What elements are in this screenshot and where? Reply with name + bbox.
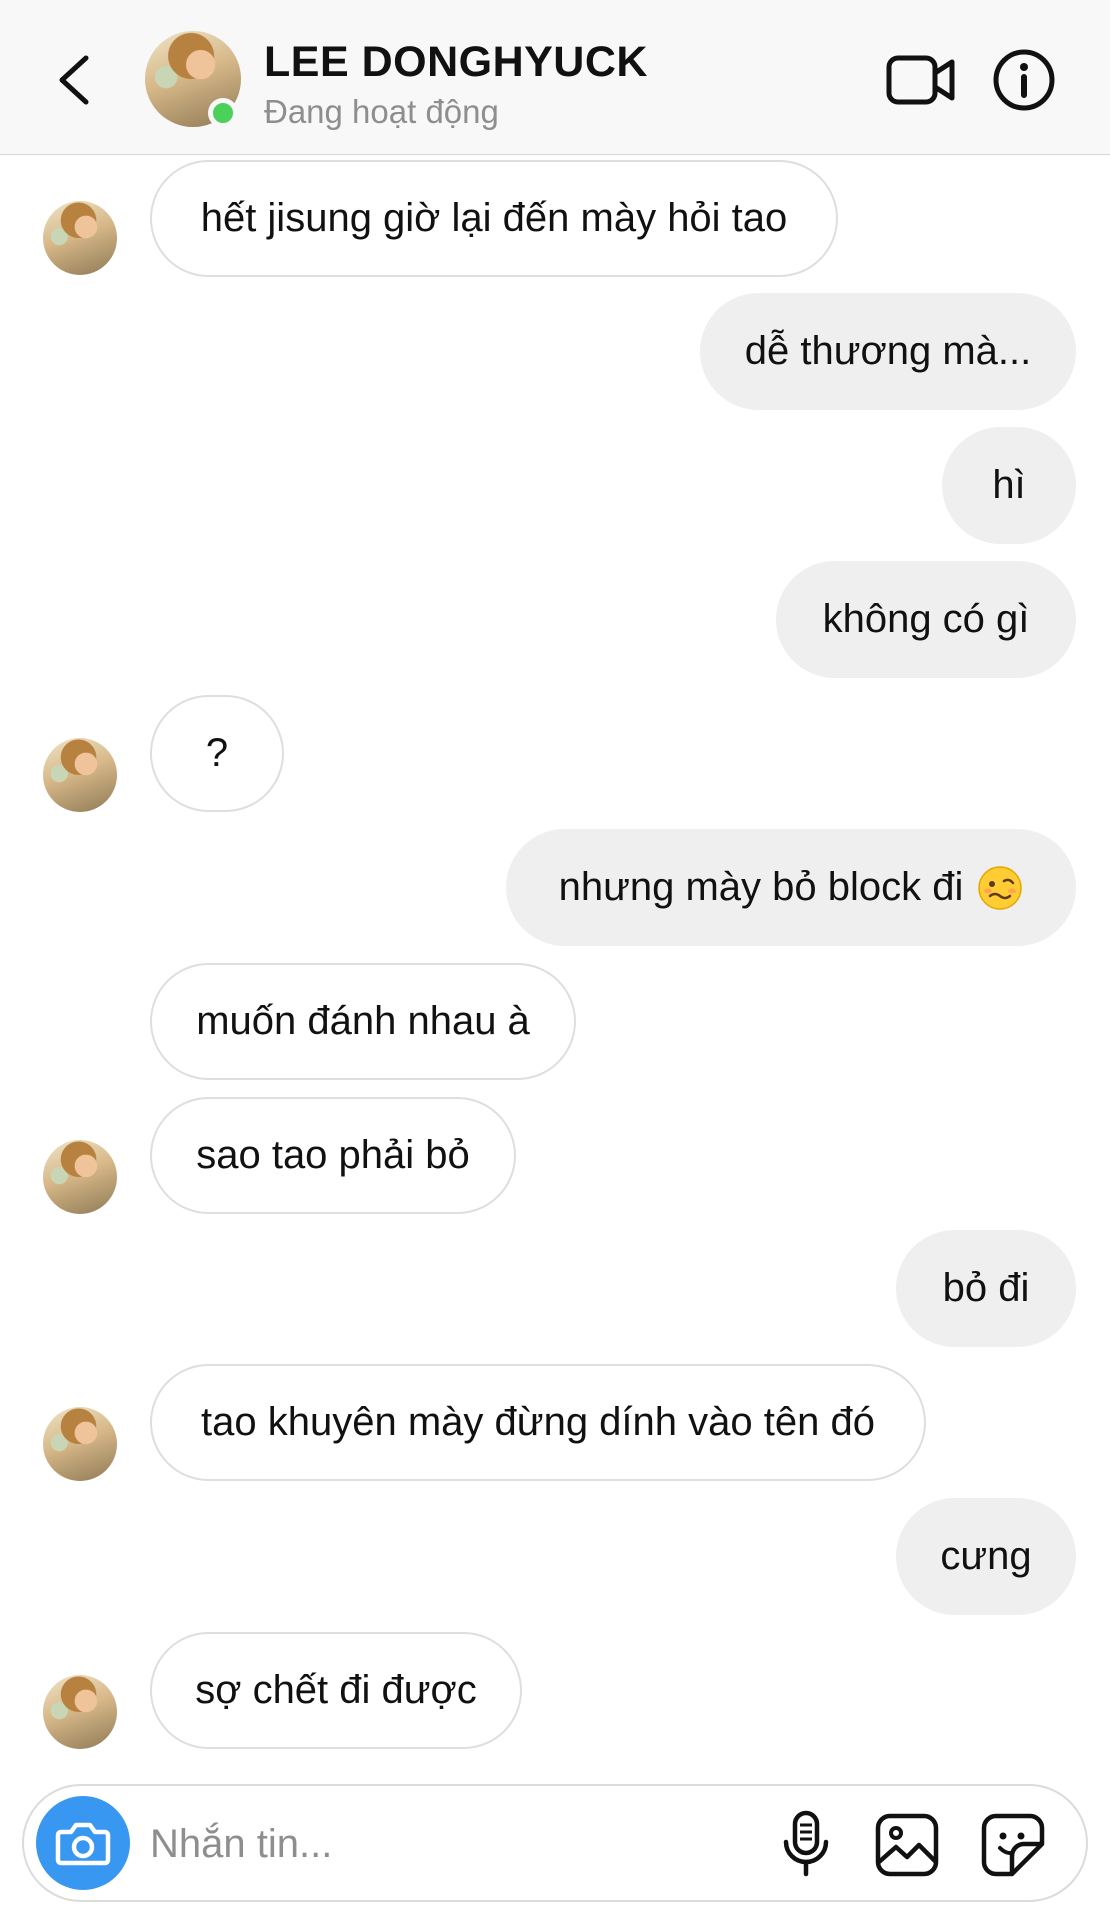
sender-avatar[interactable] bbox=[43, 1407, 117, 1481]
sticker-button[interactable] bbox=[980, 1812, 1046, 1878]
message-bubble-outgoing[interactable]: không có gì bbox=[776, 561, 1076, 678]
message-bubble-incoming[interactable]: sao tao phải bỏ bbox=[150, 1097, 516, 1214]
video-call-button[interactable] bbox=[886, 53, 956, 107]
sender-avatar[interactable] bbox=[43, 1675, 117, 1749]
chevron-left-icon bbox=[59, 55, 89, 105]
back-button[interactable] bbox=[52, 50, 96, 110]
voice-message-button[interactable] bbox=[778, 1810, 834, 1878]
message-bubble-incoming[interactable]: sợ chết đi được bbox=[150, 1632, 522, 1749]
gallery-button[interactable] bbox=[874, 1812, 940, 1878]
info-icon bbox=[993, 49, 1055, 111]
message-bubble-outgoing[interactable]: dễ thương mà... bbox=[700, 293, 1076, 410]
contact-name[interactable]: LEE DONGHYUCK bbox=[264, 38, 648, 87]
sender-avatar[interactable] bbox=[43, 738, 117, 812]
message-bubble-incoming[interactable]: tao khuyên mày đừng dính vào tên đó bbox=[150, 1364, 926, 1481]
message-bubble-outgoing[interactable]: nhưng mày bỏ block đi bbox=[506, 829, 1076, 946]
message-bubble-incoming[interactable]: muốn đánh nhau à bbox=[150, 963, 576, 1080]
microphone-icon bbox=[783, 1810, 829, 1877]
message-bubble-incoming[interactable]: ? bbox=[150, 695, 284, 812]
chat-header: LEE DONGHYUCK Đang hoạt động bbox=[0, 0, 1110, 155]
message-composer bbox=[22, 1784, 1088, 1902]
sticker-icon bbox=[981, 1813, 1045, 1877]
message-bubble-outgoing[interactable]: hì bbox=[942, 427, 1076, 544]
message-bubble-incoming[interactable]: hết jisung giờ lại đến mày hỏi tao bbox=[150, 160, 838, 277]
camera-icon bbox=[55, 1822, 111, 1866]
message-input[interactable] bbox=[150, 1814, 630, 1874]
woozy-face-emoji bbox=[978, 865, 1023, 910]
activity-status: Đang hoạt động bbox=[264, 93, 499, 130]
sender-avatar[interactable] bbox=[43, 201, 117, 275]
video-camera-icon bbox=[886, 55, 955, 105]
message-thread[interactable]: hết jisung giờ lại đến mày hỏi tao dễ th… bbox=[0, 155, 1110, 1775]
sender-avatar[interactable] bbox=[43, 1140, 117, 1214]
camera-button[interactable] bbox=[36, 1796, 130, 1890]
message-bubble-outgoing[interactable]: bỏ đi bbox=[896, 1230, 1076, 1347]
info-button[interactable] bbox=[993, 49, 1055, 111]
message-bubble-outgoing[interactable]: cưng bbox=[896, 1498, 1076, 1615]
online-status-dot bbox=[208, 98, 238, 128]
message-text: nhưng mày bỏ block đi bbox=[558, 865, 964, 909]
gallery-icon bbox=[875, 1813, 939, 1877]
